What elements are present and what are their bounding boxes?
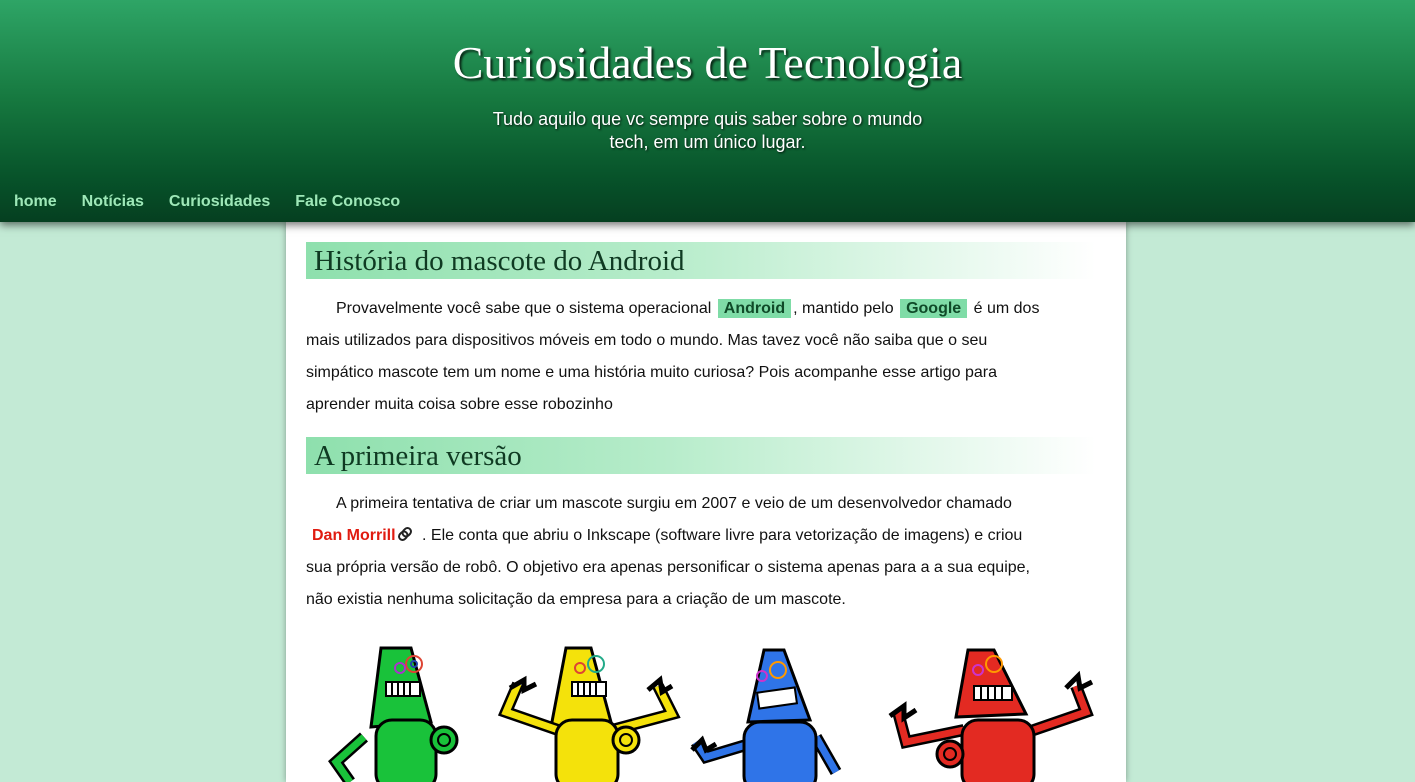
site-header: Curiosidades de Tecnologia Tudo aquilo q… — [0, 0, 1415, 222]
robot-green — [328, 646, 459, 782]
primeira-versao-paragraph: A primeira tentativa de criar um mascote… — [306, 488, 1046, 616]
section-heading-primeira-versao: A primeira versão — [306, 437, 1096, 474]
nav-item-fale-conosco[interactable]: Fale Conosco — [295, 193, 400, 211]
section-heading-historia: História do mascote do Android — [306, 242, 1096, 279]
dan-morrill-link[interactable]: Dan Morrill — [312, 527, 418, 544]
nav-item-noticias[interactable]: Notícias — [82, 193, 144, 211]
intro-text-b: , mantido pelo — [793, 300, 894, 317]
highlight-google: Google — [900, 299, 968, 318]
highlight-android: Android — [717, 299, 792, 318]
dan-morrill-label: Dan Morrill — [312, 527, 396, 544]
robot-red — [888, 648, 1094, 782]
article-content: História do mascote do Android Provavelm… — [286, 222, 1126, 782]
android-prototype-robots-illustration — [328, 646, 1094, 782]
robot-blue — [690, 648, 842, 782]
site-title: Curiosidades de Tecnologia — [452, 37, 963, 88]
site-subtitle: Tudo aquilo que vc sempre quis saber sob… — [492, 109, 923, 152]
intro-text-a: Provavelmente você sabe que o sistema op… — [336, 300, 712, 317]
main-nav: home Notícias Curiosidades Fale Conosco — [14, 193, 400, 211]
intro-paragraph: Provavelmente você sabe que o sistema op… — [306, 293, 1046, 421]
primeira-text-a: A primeira tentativa de criar um mascote… — [336, 495, 1012, 512]
robot-yellow — [497, 646, 681, 782]
nav-item-home[interactable]: home — [14, 193, 57, 211]
paperclip-icon — [397, 527, 412, 541]
nav-item-curiosidades[interactable]: Curiosidades — [169, 193, 270, 211]
